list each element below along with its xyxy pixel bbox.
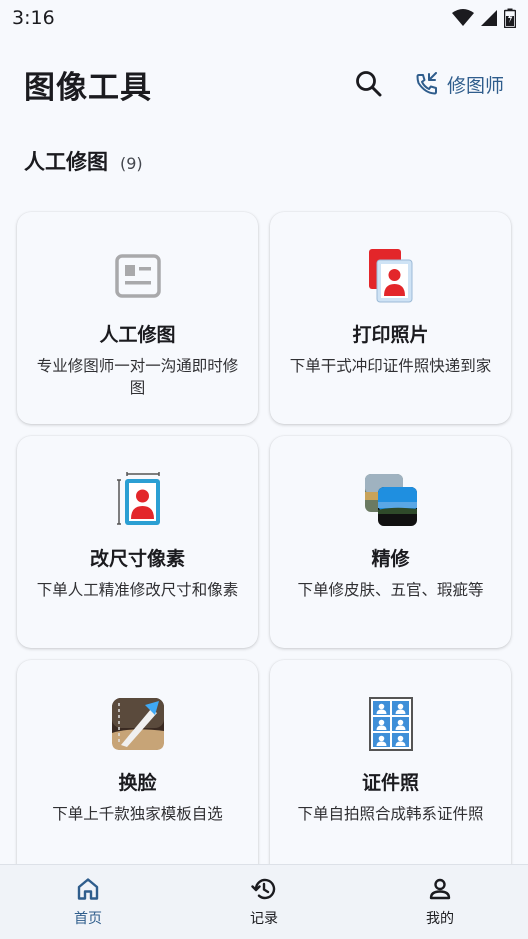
card-title: 改尺寸像素 bbox=[89, 548, 185, 570]
profile-icon bbox=[429, 878, 451, 900]
status-icons bbox=[452, 8, 516, 28]
page-title: 图像工具 bbox=[24, 69, 152, 106]
card-title: 人工修图 bbox=[99, 324, 176, 346]
retoucher-label: 修图师 bbox=[446, 74, 504, 97]
landscape-photos-icon bbox=[363, 472, 419, 528]
id-photo-grid-icon bbox=[363, 696, 419, 752]
wifi-icon bbox=[452, 9, 474, 26]
app-header: 图像工具 修图师 bbox=[0, 56, 528, 112]
card-desc: 下单修皮肤、五官、瑕疵等 bbox=[297, 581, 484, 599]
home-icon bbox=[77, 878, 99, 900]
card-desc: 专业修图师一对一沟通即时修图 bbox=[36, 357, 239, 397]
bottom-nav: 首页 记录 我的 bbox=[0, 864, 528, 939]
card-title: 精修 bbox=[371, 548, 410, 570]
section-count: (9) bbox=[120, 154, 143, 173]
phone-call-icon bbox=[416, 72, 437, 95]
image-placeholder-icon bbox=[110, 248, 166, 304]
nav-label: 记录 bbox=[250, 911, 278, 927]
card-resize[interactable]: 改尺寸像素 下单人工精准修改尺寸和像素 bbox=[17, 436, 258, 648]
card-desc: 下单干式冲印证件照快递到家 bbox=[289, 357, 492, 375]
card-desc: 下单人工精准修改尺寸和像素 bbox=[36, 581, 239, 599]
battery-icon bbox=[504, 8, 516, 28]
retoucher-button[interactable]: 修图师 bbox=[415, 71, 504, 98]
face-swap-icon bbox=[110, 696, 166, 752]
nav-item-profile[interactable]: 我的 bbox=[380, 876, 500, 928]
section-name: 人工修图 bbox=[24, 150, 108, 174]
nav-item-history[interactable]: 记录 bbox=[204, 876, 324, 928]
status-time: 3:16 bbox=[12, 7, 55, 29]
card-title: 打印照片 bbox=[352, 324, 429, 346]
card-title: 换脸 bbox=[118, 772, 157, 794]
card-print-photo[interactable]: 打印照片 下单干式冲印证件照快递到家 bbox=[270, 212, 511, 424]
history-icon bbox=[251, 878, 276, 900]
section-header: 人工修图 (9) bbox=[24, 146, 143, 176]
nav-item-home[interactable]: 首页 bbox=[28, 876, 148, 928]
card-desc: 下单上千款独家模板自选 bbox=[52, 805, 223, 823]
card-title: 证件照 bbox=[361, 772, 419, 794]
signal-icon bbox=[481, 10, 497, 26]
nav-label: 首页 bbox=[74, 911, 102, 927]
tool-grid: 人工修图 专业修图师一对一沟通即时修图 打印照片 下单干式冲印证件照快递到家 改… bbox=[17, 212, 511, 880]
status-bar: 3:16 bbox=[0, 0, 528, 36]
search-button[interactable] bbox=[349, 64, 389, 104]
card-face-swap[interactable]: 换脸 下单上千款独家模板自选 bbox=[17, 660, 258, 880]
card-desc: 下单自拍照合成韩系证件照 bbox=[297, 805, 484, 823]
nav-label: 我的 bbox=[426, 911, 454, 927]
card-manual-retouch[interactable]: 人工修图 专业修图师一对一沟通即时修图 bbox=[17, 212, 258, 424]
card-id-photo[interactable]: 证件照 下单自拍照合成韩系证件照 bbox=[270, 660, 511, 880]
print-photo-icon bbox=[363, 248, 419, 304]
header-actions: 修图师 bbox=[349, 64, 504, 104]
search-icon bbox=[356, 71, 382, 97]
resize-portrait-icon bbox=[110, 472, 166, 528]
card-fine-retouch[interactable]: 精修 下单修皮肤、五官、瑕疵等 bbox=[270, 436, 511, 648]
